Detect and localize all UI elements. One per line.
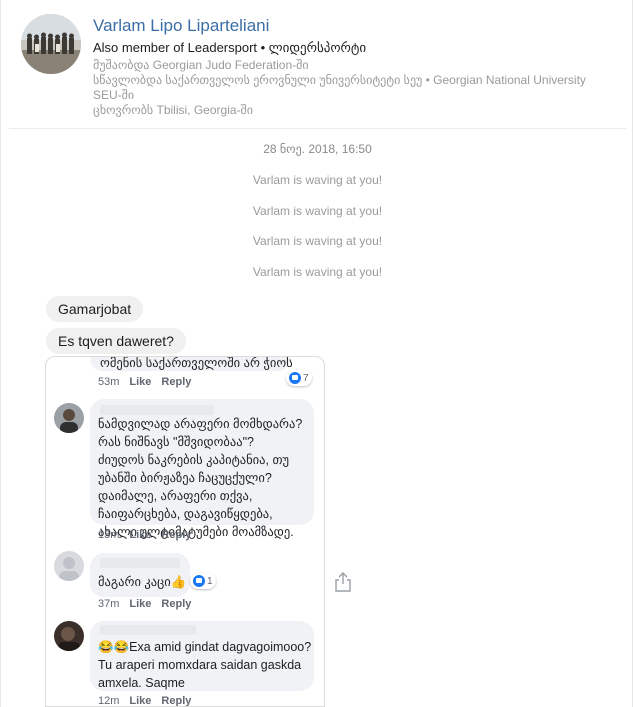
redacted-name bbox=[100, 625, 196, 635]
redacted-name bbox=[100, 558, 180, 568]
reply-link[interactable]: Reply bbox=[161, 529, 191, 541]
reply-link[interactable]: Reply bbox=[161, 376, 191, 388]
conversation-panel: Varlam Lipo Liparteliani Also member of … bbox=[0, 0, 633, 707]
comment-actions: 37m Like Reply bbox=[98, 598, 191, 610]
profile-education: სწავლობდა საქართველოს ეროვნული უნივერსიტ… bbox=[93, 73, 586, 102]
like-link[interactable]: Like bbox=[129, 529, 151, 541]
commenter-avatar[interactable] bbox=[54, 551, 84, 581]
wave-notice: Varlam is waving at you! bbox=[252, 204, 383, 218]
like-link[interactable]: Like bbox=[129, 598, 151, 610]
comment-text: ნამდვილად არაფერი მომხდარა? რას ნიშნავს … bbox=[98, 417, 303, 539]
reaction-number: 7 bbox=[303, 372, 309, 384]
profile-city: ცხოვრობს Tbilisi, Georgia-ში bbox=[93, 103, 253, 117]
reaction-number: 1 bbox=[207, 575, 213, 587]
shared-image[interactable]: ომენის საქართველოში არ ჭიოს 53m Like Rep… bbox=[45, 356, 325, 707]
comment-time: 53m bbox=[98, 376, 120, 388]
profile-avatar[interactable] bbox=[21, 14, 81, 74]
comment-text: 😂😂Exa amid gindat dagvagoimooo? Tu arape… bbox=[98, 640, 312, 690]
commenter-avatar[interactable] bbox=[54, 621, 84, 651]
share-icon[interactable] bbox=[334, 572, 352, 592]
like-link[interactable]: Like bbox=[129, 695, 151, 706]
wave-notice: Varlam is waving at you! bbox=[252, 173, 383, 187]
wave-notice: Varlam is waving at you! bbox=[252, 234, 383, 248]
profile-header: Varlam Lipo Liparteliani Also member of … bbox=[1, 0, 633, 130]
comment-time: 13m bbox=[98, 529, 120, 541]
comment-actions: 13m Like Reply bbox=[98, 529, 191, 541]
like-link[interactable]: Like bbox=[129, 376, 151, 388]
message-timestamp: 28 ნოე. 2018, 16:50 bbox=[263, 142, 372, 156]
wave-notice: Varlam is waving at you! bbox=[252, 265, 383, 279]
header-divider bbox=[9, 128, 626, 129]
profile-work: მუშაობდა Georgian Judo Federation-ში bbox=[93, 58, 309, 72]
comment-time: 37m bbox=[98, 598, 120, 610]
profile-name[interactable]: Varlam Lipo Liparteliani bbox=[93, 16, 269, 36]
reply-link[interactable]: Reply bbox=[161, 695, 191, 706]
profile-membership: Also member of Leadersport • ლიდერსპორტი bbox=[93, 40, 367, 55]
comment-time: 12m bbox=[98, 695, 120, 707]
redacted-name bbox=[100, 405, 214, 415]
reaction-count[interactable]: 7 bbox=[286, 370, 312, 386]
comment-actions: 53m Like Reply bbox=[98, 376, 191, 388]
comment-actions: 12m Like Reply bbox=[98, 695, 191, 707]
comment-text: მაგარი კაცი👍 bbox=[98, 575, 187, 589]
like-reaction-icon bbox=[289, 372, 301, 384]
commenter-avatar[interactable] bbox=[54, 403, 84, 433]
message-bubble: Es tqven daweret? bbox=[46, 328, 186, 354]
reaction-count[interactable]: 1 bbox=[190, 573, 216, 589]
comment-text: ომენის საქართველოში არ ჭიოს bbox=[100, 356, 293, 370]
message-bubble: Gamarjobat bbox=[46, 296, 144, 322]
reply-link[interactable]: Reply bbox=[161, 598, 191, 610]
like-reaction-icon bbox=[193, 575, 205, 587]
